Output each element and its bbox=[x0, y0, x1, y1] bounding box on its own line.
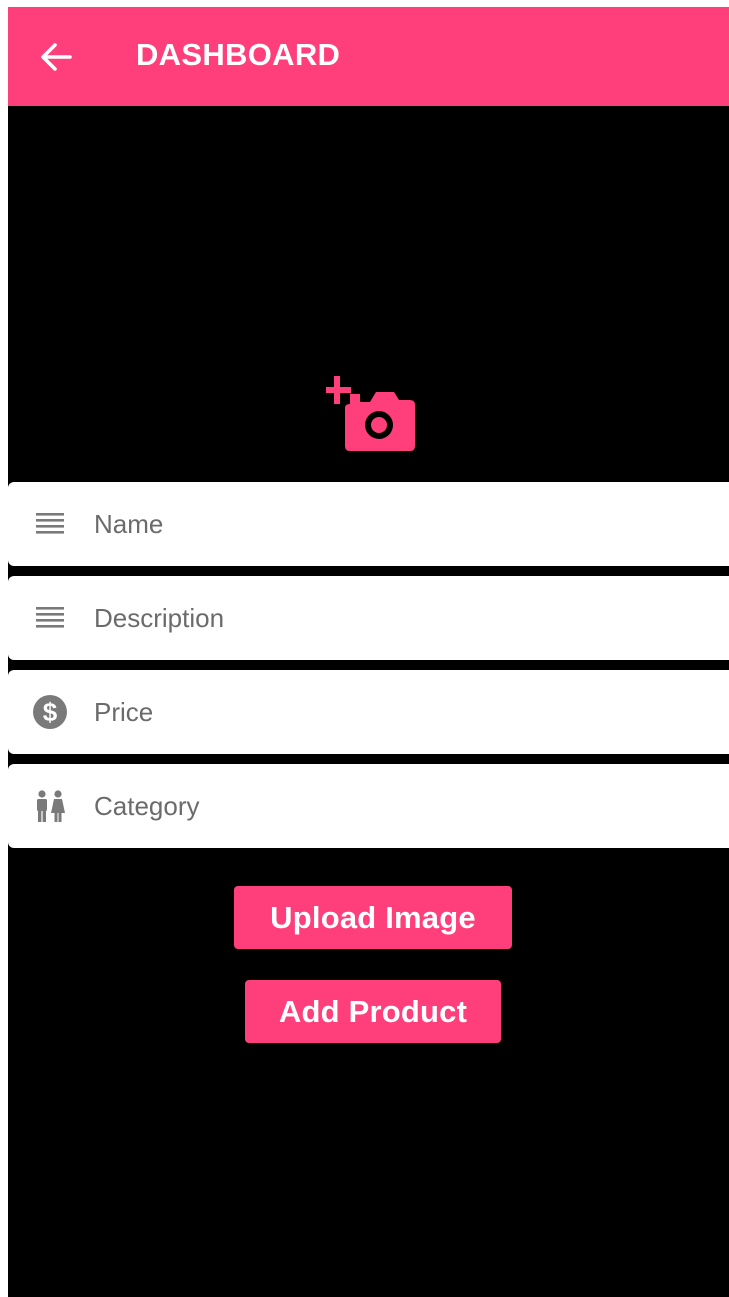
upload-image-button[interactable]: Upload Image bbox=[234, 886, 512, 949]
screen: DASHBOARD Name Description $ Price Categ… bbox=[8, 7, 729, 1297]
add-a-photo-icon bbox=[323, 376, 415, 451]
back-button[interactable] bbox=[36, 39, 76, 75]
page-title: DASHBOARD bbox=[136, 37, 341, 72]
dollar-icon: $ bbox=[32, 694, 68, 730]
add-product-button[interactable]: Add Product bbox=[245, 980, 501, 1043]
arrow-back-icon bbox=[41, 43, 72, 71]
notes-icon bbox=[32, 506, 68, 542]
price-input[interactable] bbox=[94, 684, 704, 740]
add-photo-button[interactable] bbox=[323, 372, 418, 454]
category-field bbox=[8, 764, 729, 848]
app-bar: DASHBOARD bbox=[8, 7, 729, 106]
category-input[interactable] bbox=[94, 778, 704, 834]
description-field bbox=[8, 576, 729, 660]
price-field: $ bbox=[8, 670, 729, 754]
svg-text:$: $ bbox=[43, 697, 58, 727]
description-input[interactable] bbox=[94, 590, 704, 646]
notes-icon bbox=[32, 600, 68, 636]
name-field bbox=[8, 482, 729, 566]
people-icon bbox=[32, 788, 68, 824]
name-input[interactable] bbox=[94, 496, 704, 552]
